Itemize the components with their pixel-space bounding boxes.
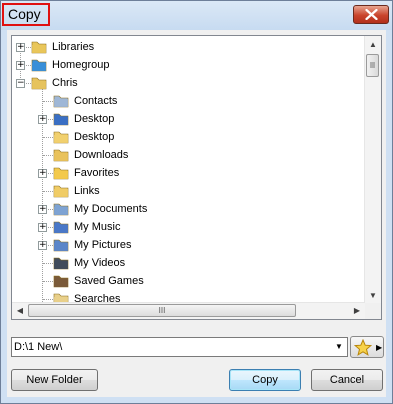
new-folder-button[interactable]: New Folder: [11, 369, 98, 391]
close-icon: [365, 9, 378, 20]
star-icon: [354, 339, 372, 356]
tree-guide-branch: [43, 263, 53, 264]
path-value: D:\1 New\: [14, 341, 63, 353]
tree-guide-branch: [43, 299, 53, 300]
horizontal-scrollbar[interactable]: ◀ III ▶: [12, 302, 365, 319]
expand-icon[interactable]: +: [38, 223, 47, 232]
tree-item-label: My Music: [74, 221, 121, 233]
collapse-icon[interactable]: −: [16, 79, 25, 88]
path-combobox[interactable]: D:\1 New\ ▼: [11, 337, 348, 357]
tree-item[interactable]: + My Music: [12, 218, 365, 236]
expand-icon[interactable]: +: [16, 61, 25, 70]
tree-item-label: Favorites: [74, 167, 120, 179]
user-folder-icon: [31, 75, 48, 91]
scroll-grip: III: [158, 306, 166, 315]
tree-item[interactable]: + My Documents: [12, 200, 365, 218]
triangle-right-icon: ▶: [376, 343, 383, 352]
tree-item-label: Contacts: [74, 95, 118, 107]
expand-icon[interactable]: +: [16, 43, 25, 52]
tree-guide-branch: [43, 101, 53, 102]
tree-item[interactable]: Desktop: [12, 128, 365, 146]
expand-icon[interactable]: +: [38, 115, 47, 124]
tree-item[interactable]: My Videos: [12, 254, 365, 272]
expand-icon[interactable]: +: [38, 241, 47, 250]
tree-item-label: Homegroup: [52, 59, 110, 71]
documents-folder-icon: [53, 201, 70, 217]
copy-dialog: Copy + Libraries + Homegroup − Chris Contacts +…: [0, 0, 393, 404]
dialog-body: + Libraries + Homegroup − Chris Contacts + Deskt…: [7, 30, 386, 397]
music-folder-icon: [53, 219, 70, 235]
libraries-icon: [31, 39, 48, 55]
dialog-title: Copy: [2, 3, 50, 26]
scroll-corner: [365, 303, 381, 319]
tree-item[interactable]: − Chris: [12, 74, 365, 92]
tree-item-label: Saved Games: [74, 275, 144, 287]
scroll-left-arrow[interactable]: ◀: [12, 302, 28, 319]
tree-guide-branch: [43, 137, 53, 138]
links-folder-icon: [53, 183, 70, 199]
scroll-right-arrow[interactable]: ▶: [349, 302, 365, 319]
tree-item[interactable]: Saved Games: [12, 272, 365, 290]
tree-item[interactable]: Downloads: [12, 146, 365, 164]
close-button[interactable]: [353, 5, 389, 24]
tree-item[interactable]: + Favorites: [12, 164, 365, 182]
expand-icon[interactable]: +: [38, 205, 47, 214]
tree-item[interactable]: + Libraries: [12, 38, 365, 56]
tree-item-label: Links: [74, 185, 100, 197]
homegroup-icon: [31, 57, 48, 73]
tree-item-label: My Videos: [74, 257, 126, 269]
favorites-button[interactable]: ▶: [350, 336, 384, 358]
contacts-folder-icon: [53, 93, 70, 109]
tree-guide-branch: [43, 155, 53, 156]
folder-icon: [53, 129, 70, 145]
tree-item[interactable]: + Homegroup: [12, 56, 365, 74]
tree-item-label: My Pictures: [74, 239, 132, 251]
tree-item-label: My Documents: [74, 203, 148, 215]
tree-item[interactable]: + My Pictures: [12, 236, 365, 254]
favorites-folder-icon: [53, 165, 70, 181]
title-bar[interactable]: Copy: [1, 1, 392, 30]
desktop-folder-icon: [53, 111, 70, 127]
copy-button[interactable]: Copy: [229, 369, 301, 391]
downloads-folder-icon: [53, 147, 70, 163]
scroll-up-arrow[interactable]: ▲: [365, 36, 381, 53]
tree-item-label: Downloads: [74, 149, 129, 161]
tree-guide-branch: [43, 191, 53, 192]
tree-item[interactable]: Contacts: [12, 92, 365, 110]
grip-icon: [370, 62, 375, 68]
tree-item-label: Desktop: [74, 113, 115, 125]
tree-item[interactable]: Links: [12, 182, 365, 200]
tree-item-label: Chris: [52, 77, 78, 89]
tree-guide-branch: [43, 281, 53, 282]
vertical-scroll-thumb[interactable]: [366, 54, 379, 77]
cancel-button[interactable]: Cancel: [311, 369, 383, 391]
scroll-down-arrow[interactable]: ▼: [365, 287, 381, 304]
chevron-down-icon[interactable]: ▼: [331, 338, 347, 356]
tree-item-label: Desktop: [74, 131, 115, 143]
tree-item[interactable]: + Desktop: [12, 110, 365, 128]
expand-icon[interactable]: +: [38, 169, 47, 178]
folder-tree[interactable]: + Libraries + Homegroup − Chris Contacts + Deskt…: [11, 35, 382, 320]
horizontal-scroll-thumb[interactable]: III: [28, 304, 296, 317]
vertical-scrollbar[interactable]: ▲ ▼: [364, 36, 381, 304]
tree-item-label: Libraries: [52, 41, 95, 53]
videos-folder-icon: [53, 255, 70, 271]
pictures-folder-icon: [53, 237, 70, 253]
saved-games-folder-icon: [53, 273, 70, 289]
